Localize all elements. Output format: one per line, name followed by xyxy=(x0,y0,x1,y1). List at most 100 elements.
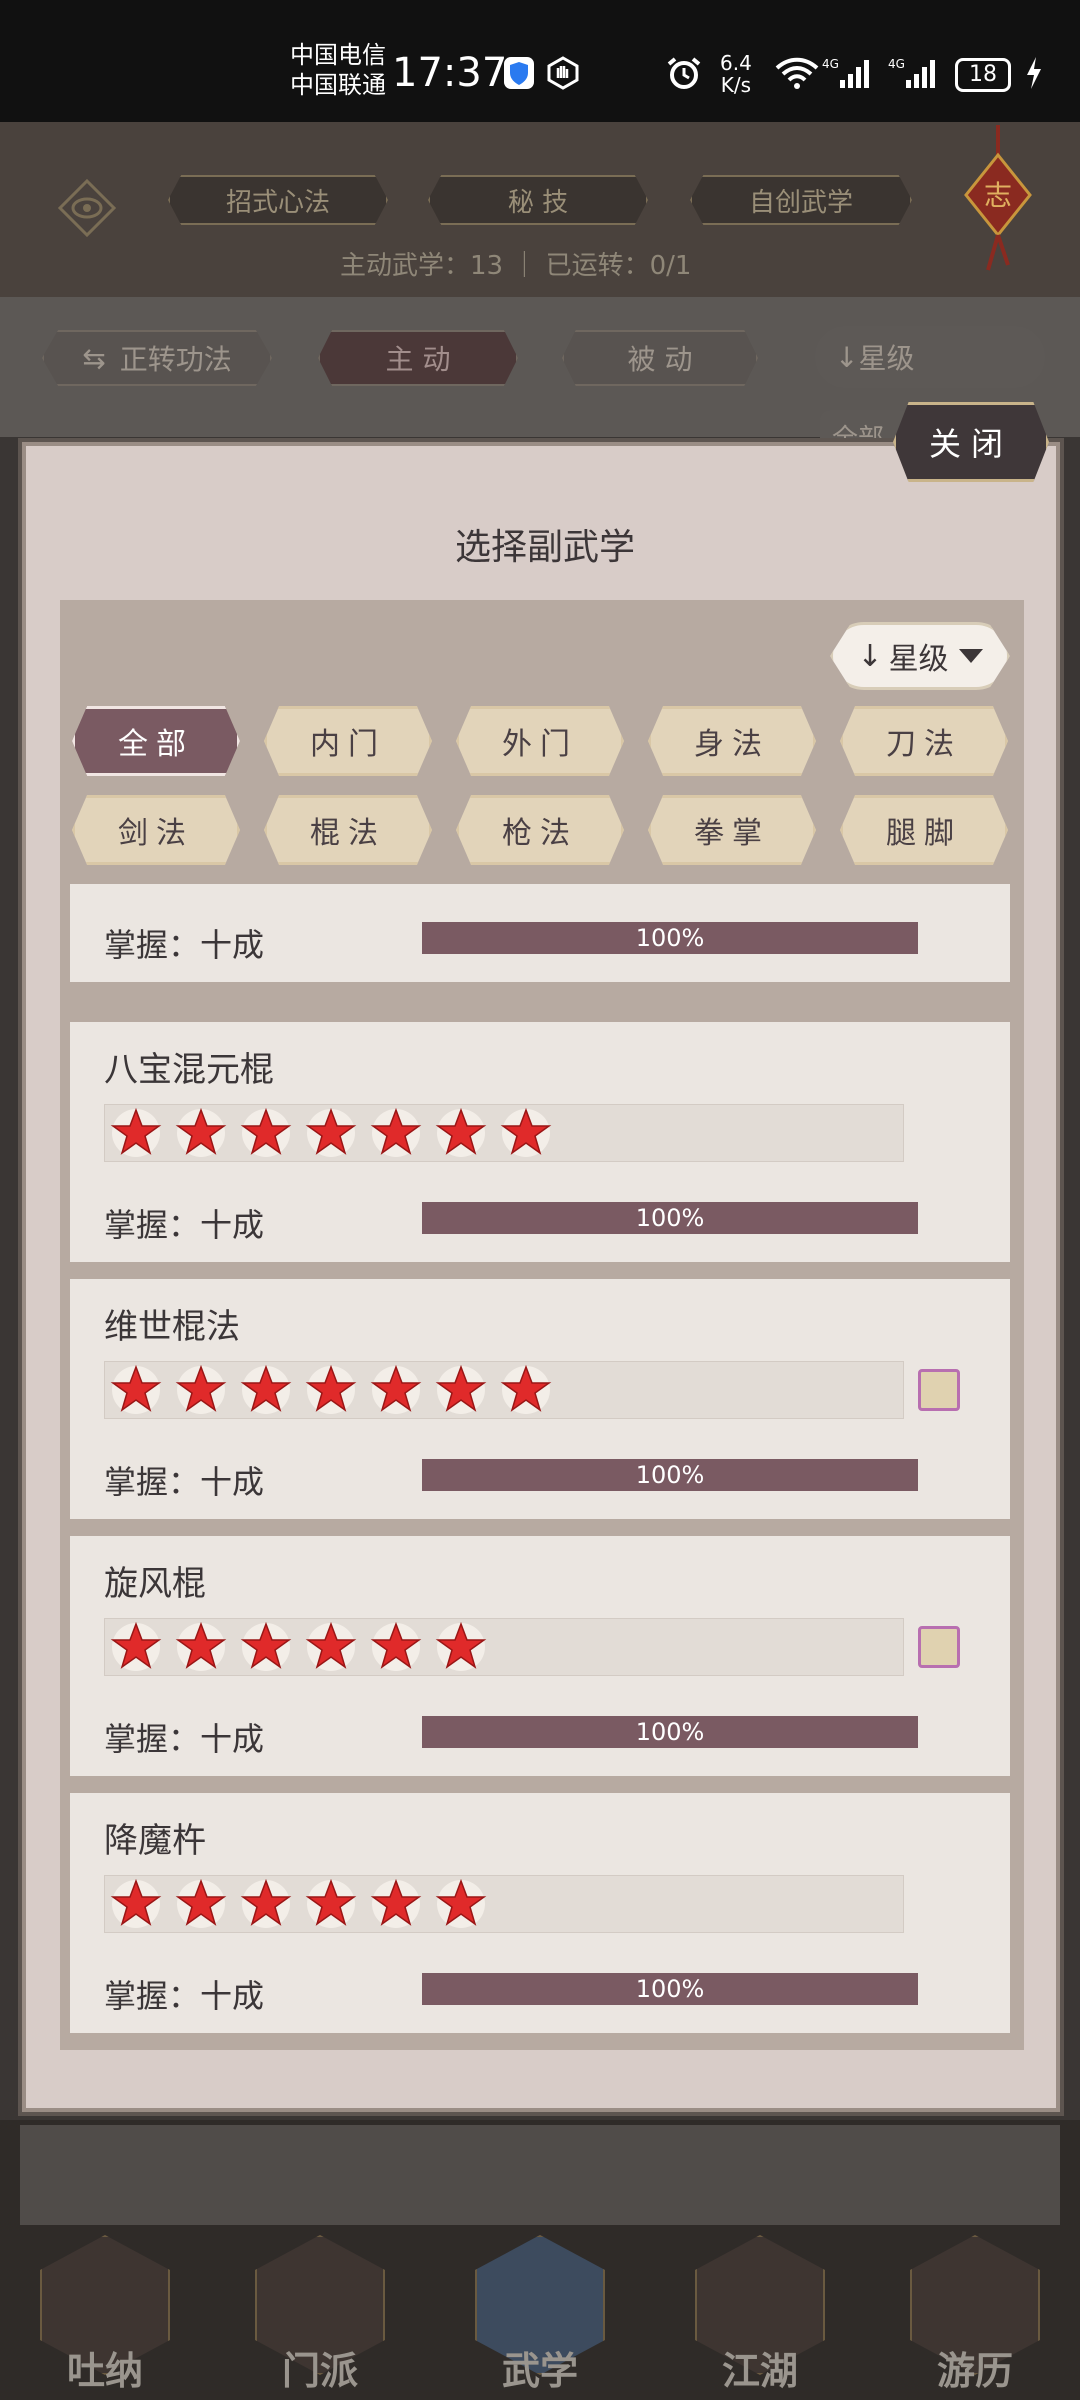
star-icon xyxy=(175,1364,227,1414)
star-rating xyxy=(104,1361,904,1419)
signal-2-icon: 4G xyxy=(888,57,935,88)
filter-all[interactable]: 全部 xyxy=(72,706,240,776)
star-icon xyxy=(435,1621,487,1671)
charging-icon xyxy=(1027,57,1041,89)
star-icon xyxy=(305,1878,357,1928)
mastery-progress-bar: 100% xyxy=(422,1202,918,1234)
star-icon xyxy=(240,1107,292,1157)
star-icon xyxy=(500,1364,552,1414)
star-icon xyxy=(110,1878,162,1928)
skill-card[interactable]: 掌握：十成 100% xyxy=(70,884,1010,982)
active-tab[interactable]: 主 动 xyxy=(318,330,518,386)
net-speed-unit: K/s xyxy=(720,73,752,97)
filter-outer[interactable]: 外门 xyxy=(456,706,624,776)
background-sort-dropdown[interactable]: ↓ 星级 xyxy=(815,326,1045,388)
star-icon xyxy=(240,1621,292,1671)
star-rating xyxy=(104,1875,904,1933)
status-bar: 中国电信 中国联通 17:37 6.4 K/s 4G 4G 18 xyxy=(0,0,1080,122)
star-icon xyxy=(370,1878,422,1928)
filter-sword[interactable]: 剑法 xyxy=(72,795,240,865)
star-icon xyxy=(435,1878,487,1928)
filter-leg[interactable]: 腿脚 xyxy=(840,795,1008,865)
sort-dropdown[interactable]: ↓ 星级 xyxy=(830,622,1010,690)
eye-icon[interactable] xyxy=(57,178,117,238)
svg-text:4G: 4G xyxy=(888,57,905,71)
star-icon xyxy=(110,1621,162,1671)
shield-app-icon xyxy=(504,57,534,89)
filter-inner[interactable]: 内门 xyxy=(264,706,432,776)
star-icon xyxy=(110,1107,162,1157)
filter-staff[interactable]: 棍法 xyxy=(264,795,432,865)
star-icon xyxy=(175,1621,227,1671)
nav-travel[interactable]: 游历 xyxy=(900,2225,1050,2395)
star-icon xyxy=(435,1364,487,1414)
star-icon xyxy=(370,1364,422,1414)
svg-text:志: 志 xyxy=(984,179,1012,212)
nav-jianghu[interactable]: 江湖 xyxy=(685,2225,835,2395)
skill-list[interactable]: 掌握：十成 100% 八宝混元棍 掌握：十成 100% 维世棍法 掌握：十成 1… xyxy=(70,884,1010,2034)
net-speed: 6.4 K/s xyxy=(720,52,752,96)
skill-name: 八宝混元棍 xyxy=(104,1050,274,1090)
svg-text:4G: 4G xyxy=(822,57,839,71)
wifi-icon xyxy=(775,57,819,89)
battery-indicator: 18 xyxy=(955,58,1011,92)
mastery-label: 掌握：十成 xyxy=(104,1720,265,1758)
tab-custom[interactable]: 自创武学 xyxy=(690,175,912,225)
mastery-progress-bar: 100% xyxy=(422,1459,918,1491)
star-icon xyxy=(240,1364,292,1414)
mastery-label: 掌握：十成 xyxy=(104,926,265,964)
arrow-down-icon: ↓ xyxy=(835,340,859,374)
star-rating xyxy=(104,1618,904,1676)
skill-name: 维世棍法 xyxy=(104,1307,240,1347)
filter-spear[interactable]: 枪法 xyxy=(456,795,624,865)
mastery-progress-bar: 100% xyxy=(422,1973,918,2005)
passive-tab[interactable]: 被 动 xyxy=(562,330,758,386)
star-icon xyxy=(305,1107,357,1157)
carrier-info: 中国电信 中国联通 xyxy=(290,40,386,100)
staff-icon xyxy=(918,1626,960,1668)
star-icon xyxy=(370,1107,422,1157)
carrier-2: 中国联通 xyxy=(290,71,386,99)
star-icon xyxy=(305,1364,357,1414)
nav-martial-arts[interactable]: 武学 xyxy=(465,2225,615,2395)
tab-moves[interactable]: 招式心法 xyxy=(168,175,388,225)
nav-label: 武学 xyxy=(501,2349,578,2393)
star-icon xyxy=(370,1621,422,1671)
filter-blade[interactable]: 刀法 xyxy=(840,706,1008,776)
mastery-progress-bar: 100% xyxy=(422,922,918,954)
skill-card[interactable]: 降魔杵 掌握：十成 100% xyxy=(70,1793,1010,2033)
swap-icon: ⇆ xyxy=(82,341,106,375)
skill-card[interactable]: 维世棍法 掌握：十成 100% xyxy=(70,1279,1010,1519)
nav-label: 江湖 xyxy=(721,2349,798,2393)
staff-icon xyxy=(918,1369,960,1411)
mastery-label: 掌握：十成 xyxy=(104,1463,265,1501)
rotate-skill-button[interactable]: ⇆ 正转功法 xyxy=(42,330,272,386)
close-button[interactable]: 关闭 xyxy=(893,402,1049,482)
carrier-1: 中国电信 xyxy=(290,41,386,69)
hand-gesture-icon xyxy=(547,56,579,90)
filter-movement[interactable]: 身法 xyxy=(648,706,816,776)
alarm-icon xyxy=(667,57,701,89)
tab-secret[interactable]: 秘 技 xyxy=(428,175,648,225)
filter-fist[interactable]: 拳掌 xyxy=(648,795,816,865)
star-icon xyxy=(435,1107,487,1157)
nav-sect[interactable]: 门派 xyxy=(245,2225,395,2395)
nav-breathing[interactable]: 吐纳 xyxy=(30,2225,180,2395)
nav-label: 吐纳 xyxy=(66,2349,143,2393)
star-icon xyxy=(305,1621,357,1671)
star-icon xyxy=(500,1107,552,1157)
skill-card[interactable]: 旋风棍 掌握：十成 100% xyxy=(70,1536,1010,1776)
ambition-charm-icon[interactable]: 志 xyxy=(958,125,1038,275)
star-icon xyxy=(175,1107,227,1157)
mastery-label: 掌握：十成 xyxy=(104,1206,265,1244)
mastery-progress-bar: 100% xyxy=(422,1716,918,1748)
clock: 17:37 xyxy=(392,50,508,96)
signal-1-icon: 4G xyxy=(822,57,869,88)
modal-title: 选择副武学 xyxy=(454,527,635,568)
nav-label: 门派 xyxy=(281,2349,358,2393)
rotate-skill-label: 正转功法 xyxy=(119,343,232,376)
arrow-down-icon: ↓ xyxy=(857,638,883,674)
star-icon xyxy=(240,1878,292,1928)
chevron-down-icon xyxy=(958,649,983,663)
skill-card[interactable]: 八宝混元棍 掌握：十成 100% xyxy=(70,1022,1010,1262)
